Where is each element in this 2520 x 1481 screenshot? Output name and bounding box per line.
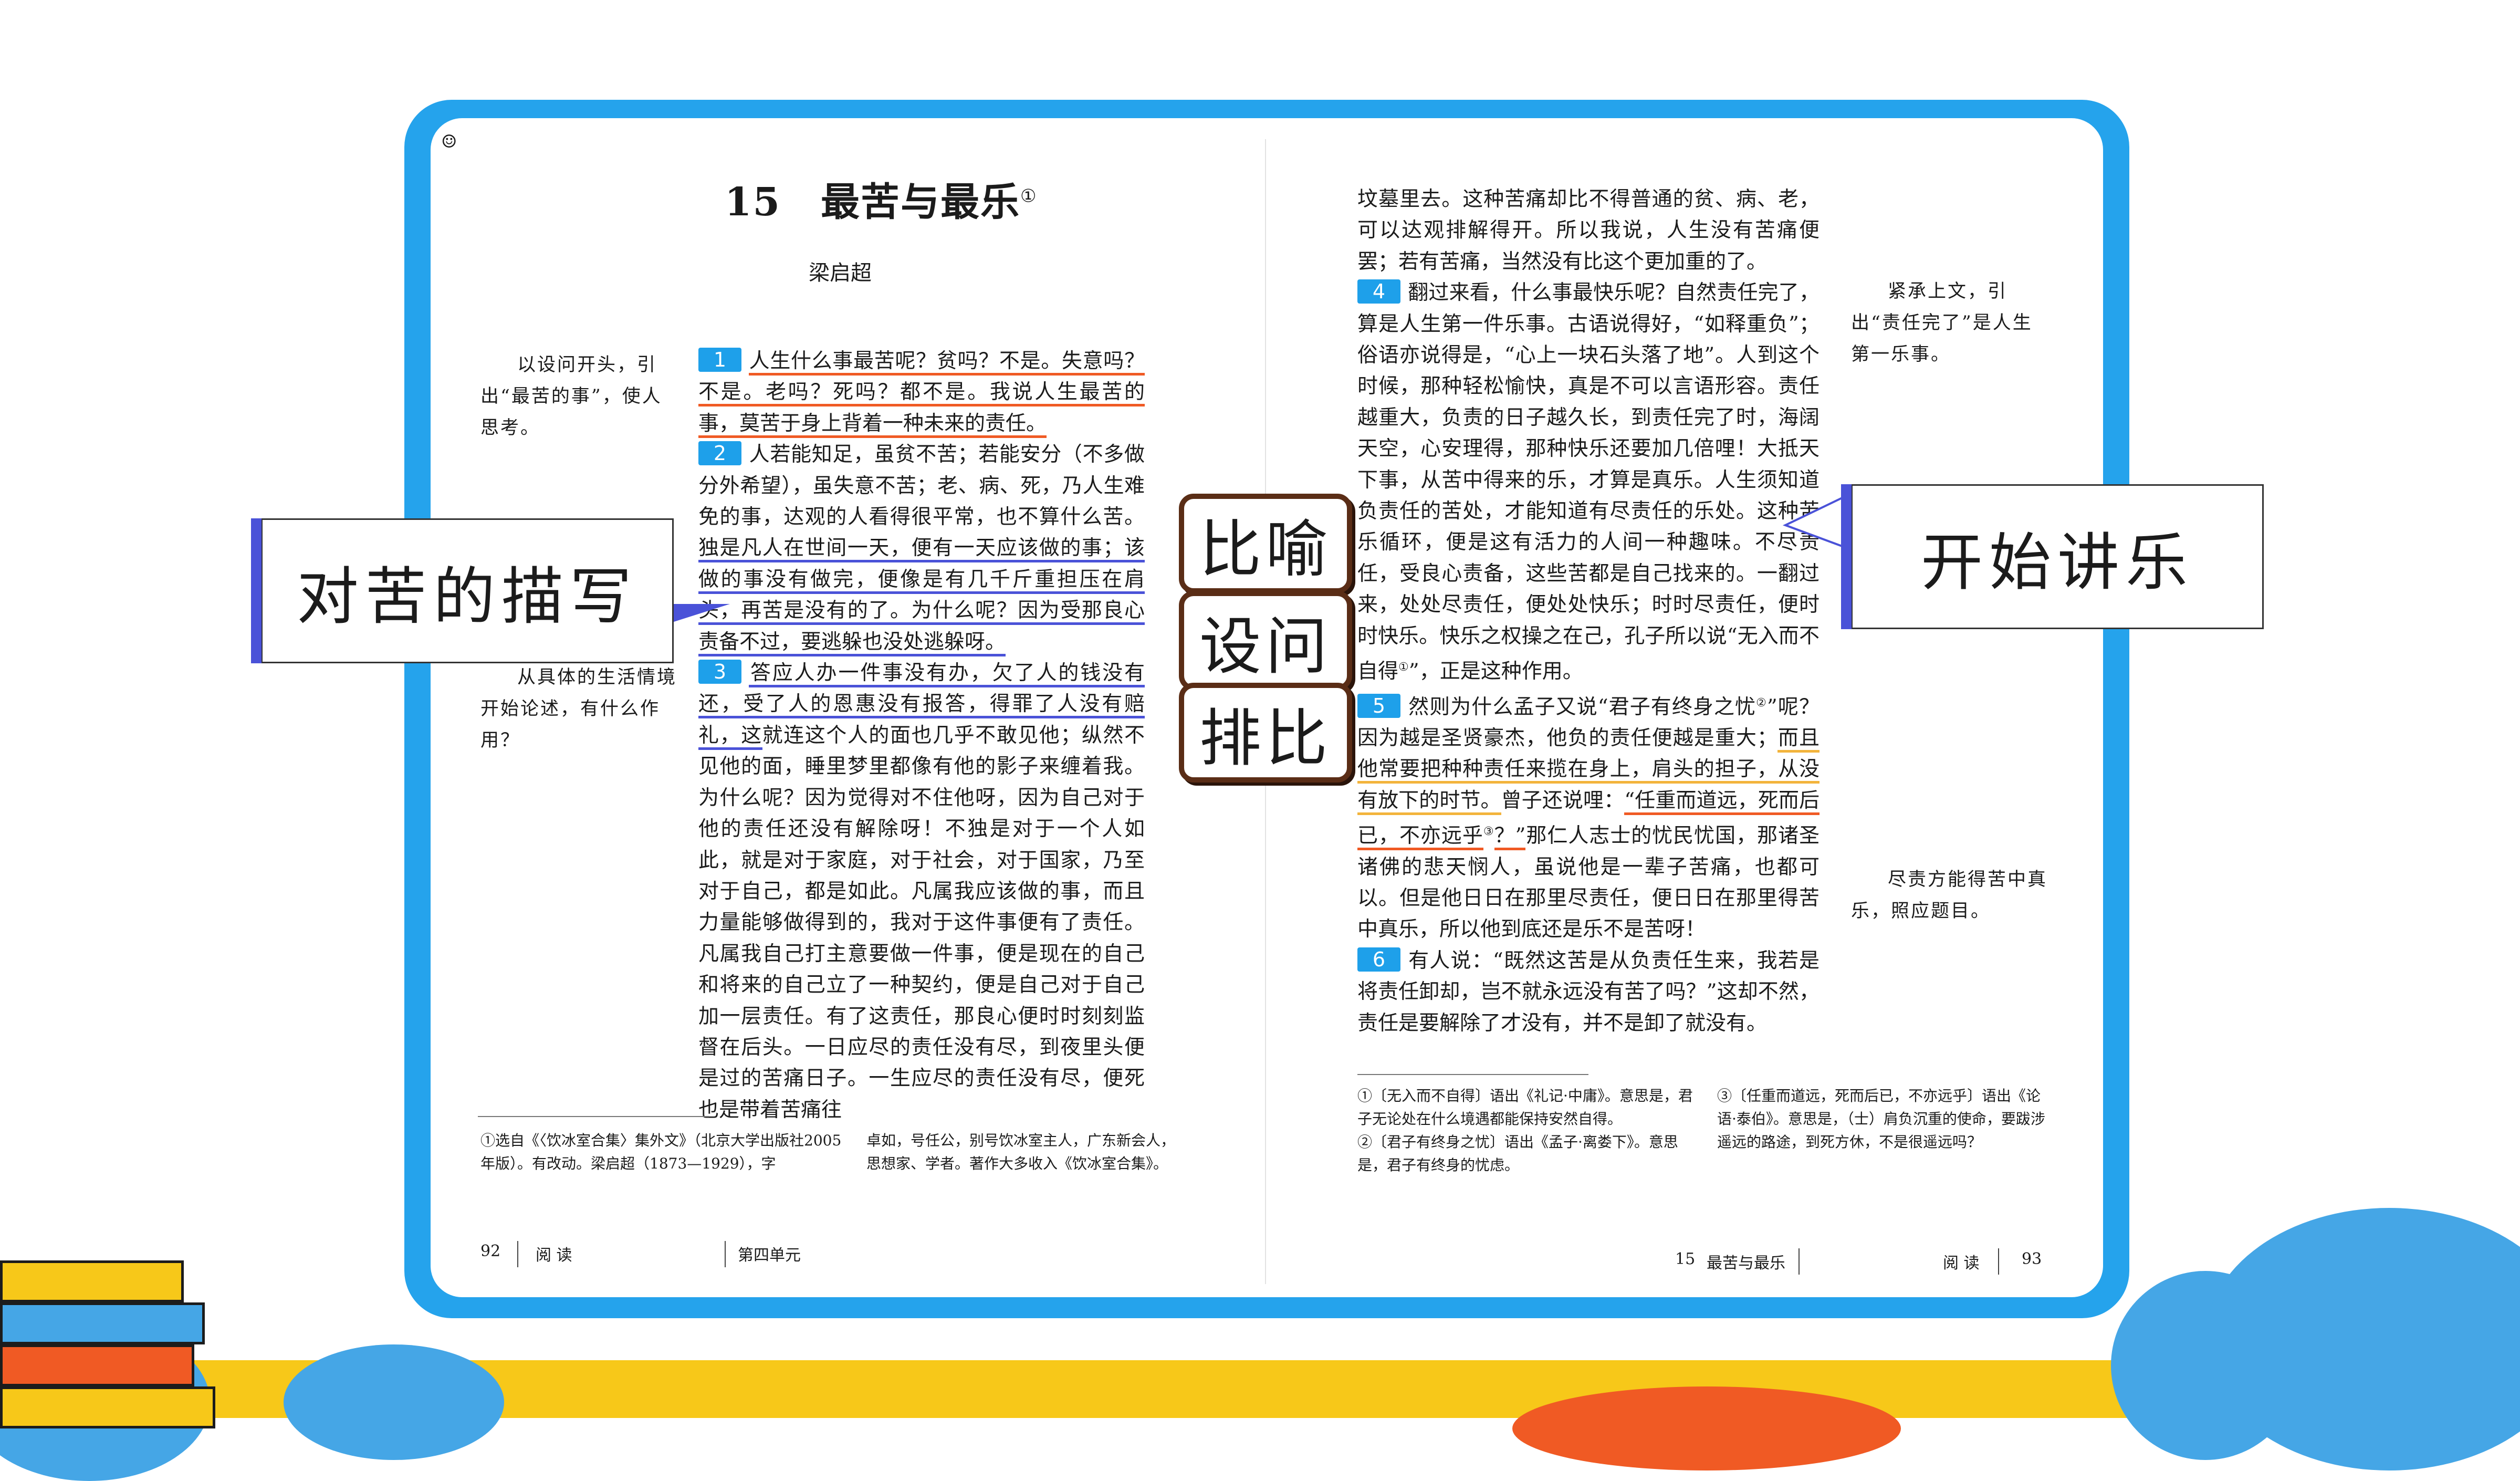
rhetoric-tag-question: 设问 — [1179, 591, 1352, 691]
rhetoric-tag-metaphor: 比喻 — [1179, 494, 1352, 593]
margin-note: 尽责方能得苦中真乐，照应题目。 — [1851, 869, 2048, 922]
divider — [1998, 1248, 1999, 1275]
rhetoric-tag-parallelism: 排比 — [1179, 683, 1352, 783]
paragraph-number: 6 — [1357, 947, 1400, 972]
divider — [725, 1241, 726, 1267]
margin-note: 从具体的生活情境开始论述，有什么作用？ — [480, 667, 677, 751]
author-name: 梁启超 — [809, 261, 872, 285]
unit-label: 第四单元 — [738, 1246, 801, 1265]
paragraph-number: 5 — [1357, 693, 1400, 718]
accent-bar — [251, 518, 262, 663]
lesson-number: 15 — [1675, 1250, 1696, 1268]
annotation-box-right: 开始讲乐 — [1841, 484, 2264, 629]
divider — [517, 1241, 518, 1267]
stacked-books-decoration — [0, 1250, 215, 1428]
annotation-box-left: 对苦的描写 — [251, 518, 674, 663]
orange-hill-decoration — [1512, 1386, 1901, 1470]
footer-label: 阅 读 — [536, 1246, 572, 1265]
divider — [1798, 1248, 1800, 1275]
lesson-title-footer: 最苦与最乐 — [1707, 1254, 1785, 1273]
cloud-decoration — [284, 1344, 504, 1460]
margin-note: 紧承上文，引出“责任完了”是人生第一乐事。 — [1851, 281, 2033, 365]
accent-bar — [1841, 484, 1852, 629]
smiley-icon: ☺ — [441, 131, 457, 152]
footnote: 卓如，号任公，别号饮冰室主人，广东新会人，思想家、学者。著作大多收入《饮冰室合集… — [866, 1132, 1176, 1172]
left-body-text: 1 人生什么事最苦呢？贫吗？不是。失意吗？不是。老吗？死吗？都不是。我说人生最苦的… — [698, 348, 1145, 1122]
footer-label: 阅 读 — [1943, 1254, 1980, 1273]
paragraph-number: 1 — [698, 348, 741, 372]
footnote-rule — [1357, 1074, 1588, 1075]
book — [0, 1302, 205, 1344]
footnote: ③〔任重而道远，死而后已，不亦远乎〕语出《论语·泰伯》。意思是，（士）肩负沉重的… — [1717, 1087, 2045, 1151]
paragraph-number: 3 — [698, 660, 741, 684]
lesson-title: 15 最苦与最乐① — [725, 180, 1038, 225]
book — [0, 1260, 184, 1302]
footnote: ①〔无入而不自得〕语出《礼记·中庸》。意思是，君子无论处在什么境遇都能保持安然自… — [1357, 1087, 1693, 1174]
right-body-text: 坟墓里去。这种苦痛却比不得普通的贫、病、老，可以达观排解得开。所以我说，人生没有… — [1357, 187, 1820, 1035]
page-number: 92 — [480, 1242, 501, 1260]
page-number: 93 — [2022, 1250, 2042, 1268]
paragraph-number: 4 — [1357, 279, 1400, 304]
book — [0, 1344, 194, 1386]
footnote: ①选自《〈饮冰室合集〉集外文》（北京大学出版社2005年版）。有改动。梁启超（1… — [480, 1132, 842, 1172]
book — [0, 1386, 215, 1428]
footnote-rule — [478, 1116, 709, 1117]
paragraph-number: 2 — [698, 441, 741, 466]
margin-note: 以设问开头，引出“最苦的事”，使人思考。 — [480, 354, 662, 439]
